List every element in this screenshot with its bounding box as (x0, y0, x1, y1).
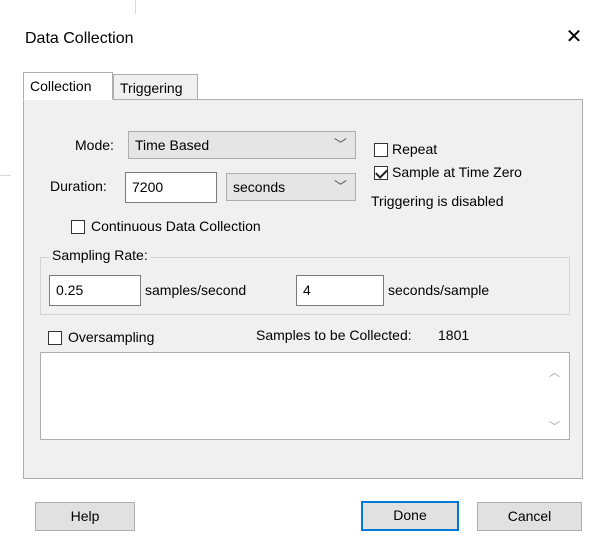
continuous-collection-label[interactable]: Continuous Data Collection (91, 218, 261, 234)
mode-label: Mode: (75, 137, 114, 153)
samples-to-be-collected-label: Samples to be Collected: (256, 327, 412, 343)
close-icon[interactable]: ✕ (563, 26, 585, 48)
scroll-up-icon[interactable]: ︿ (549, 364, 560, 380)
sampling-rate-legend: Sampling Rate: (49, 247, 151, 263)
continuous-collection-checkbox[interactable] (71, 220, 85, 234)
tab-triggering[interactable]: Triggering (113, 74, 198, 100)
background-divider-top (135, 0, 136, 14)
repeat-label[interactable]: Repeat (392, 141, 437, 157)
background-divider-left (0, 175, 11, 176)
oversampling-checkbox[interactable] (48, 331, 62, 345)
scroll-down-icon[interactable]: ﹀ (549, 418, 560, 434)
dialog-title: Data Collection (25, 30, 134, 47)
cancel-button[interactable]: Cancel (477, 502, 582, 531)
tab-collection[interactable]: Collection (23, 72, 113, 100)
done-button[interactable]: Done (361, 501, 459, 531)
seconds-per-sample-label: seconds/sample (388, 282, 490, 298)
chevron-down-icon: ﹀ (333, 179, 347, 194)
sample-interval-input[interactable]: 4 (296, 275, 384, 306)
triggering-status-text: Triggering is disabled (371, 193, 504, 209)
sample-at-time-zero-label[interactable]: Sample at Time Zero (392, 164, 522, 180)
oversampling-label[interactable]: Oversampling (68, 329, 154, 345)
chevron-down-icon: ﹀ (333, 137, 347, 152)
mode-select[interactable]: Time Based ﹀ (128, 131, 356, 159)
sample-at-time-zero-checkbox[interactable] (374, 166, 388, 180)
repeat-checkbox[interactable] (374, 143, 388, 157)
duration-input[interactable]: 7200 (125, 172, 217, 203)
duration-unit-select[interactable]: seconds ﹀ (226, 173, 356, 201)
samples-per-second-label: samples/second (145, 282, 247, 298)
duration-label: Duration: (50, 178, 107, 194)
help-button[interactable]: Help (35, 502, 135, 531)
notes-text-area[interactable] (40, 352, 570, 440)
sample-rate-input[interactable]: 0.25 (49, 275, 141, 306)
mode-select-value: Time Based (135, 137, 210, 153)
duration-unit-value: seconds (233, 179, 286, 195)
samples-to-be-collected-value: 1801 (438, 327, 470, 343)
